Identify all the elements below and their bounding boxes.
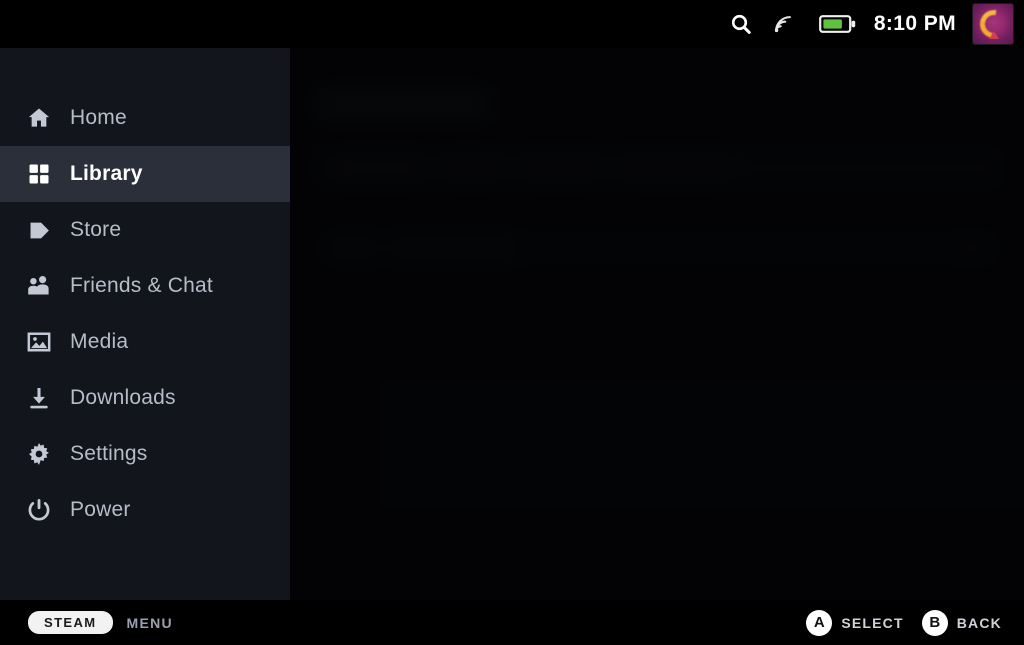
bottom-hint-bar: STEAM MENU A SELECT B BACK xyxy=(0,600,1024,645)
gear-icon xyxy=(24,439,54,469)
sidebar-item-label: Media xyxy=(70,330,129,353)
sidebar-item-label: Settings xyxy=(70,442,148,465)
hint-back[interactable]: B BACK xyxy=(921,609,1002,636)
home-icon xyxy=(24,103,54,133)
avatar-tint xyxy=(973,4,1013,44)
sidebar-item-downloads[interactable]: Downloads xyxy=(0,370,290,426)
sidebar-item-label: Library xyxy=(70,162,143,185)
main-content-area xyxy=(290,48,1024,600)
people-icon xyxy=(24,271,54,301)
steam-deck-screen: 8:10 PM Home Library Store Friends & Cha… xyxy=(0,0,1024,645)
power-icon xyxy=(24,495,54,525)
a-button-icon: A xyxy=(806,609,833,636)
tag-icon xyxy=(24,215,54,245)
wifi-icon[interactable] xyxy=(768,7,798,41)
hint-select[interactable]: A SELECT xyxy=(806,609,904,636)
sidebar-item-media[interactable]: Media xyxy=(0,314,290,370)
sidebar-item-friends[interactable]: Friends & Chat xyxy=(0,258,290,314)
menu-label: MENU xyxy=(126,614,173,631)
sidebar-item-label: Power xyxy=(70,498,131,521)
steam-button-badge[interactable]: STEAM xyxy=(28,611,113,634)
hint-label: BACK xyxy=(956,614,1002,631)
dim-overlay xyxy=(290,48,1024,600)
sidebar-item-power[interactable]: Power xyxy=(0,482,290,538)
bottom-bar-right: A SELECT B BACK xyxy=(806,609,1024,636)
avatar[interactable] xyxy=(972,3,1014,45)
sidebar-item-label: Friends & Chat xyxy=(70,274,213,297)
image-icon xyxy=(24,327,54,357)
clock: 8:10 PM xyxy=(873,12,956,35)
bottom-bar-left: STEAM MENU xyxy=(0,611,173,634)
download-icon xyxy=(24,383,54,413)
sidebar-item-label: Store xyxy=(70,218,122,241)
status-bar: 8:10 PM xyxy=(0,0,1024,48)
sidebar-item-library[interactable]: Library xyxy=(0,146,290,202)
battery-icon[interactable] xyxy=(816,7,860,41)
sidebar-item-settings[interactable]: Settings xyxy=(0,426,290,482)
sidebar-item-store[interactable]: Store xyxy=(0,202,290,258)
sidebar-menu: Home Library Store Friends & Chat Media … xyxy=(0,48,290,600)
sidebar-item-label: Downloads xyxy=(70,386,176,409)
search-icon[interactable] xyxy=(724,7,758,41)
sidebar-item-home[interactable]: Home xyxy=(0,90,290,146)
sidebar-item-label: Home xyxy=(70,106,127,129)
grid-icon xyxy=(24,159,54,189)
b-button-icon: B xyxy=(921,609,948,636)
hint-label: SELECT xyxy=(841,614,904,631)
